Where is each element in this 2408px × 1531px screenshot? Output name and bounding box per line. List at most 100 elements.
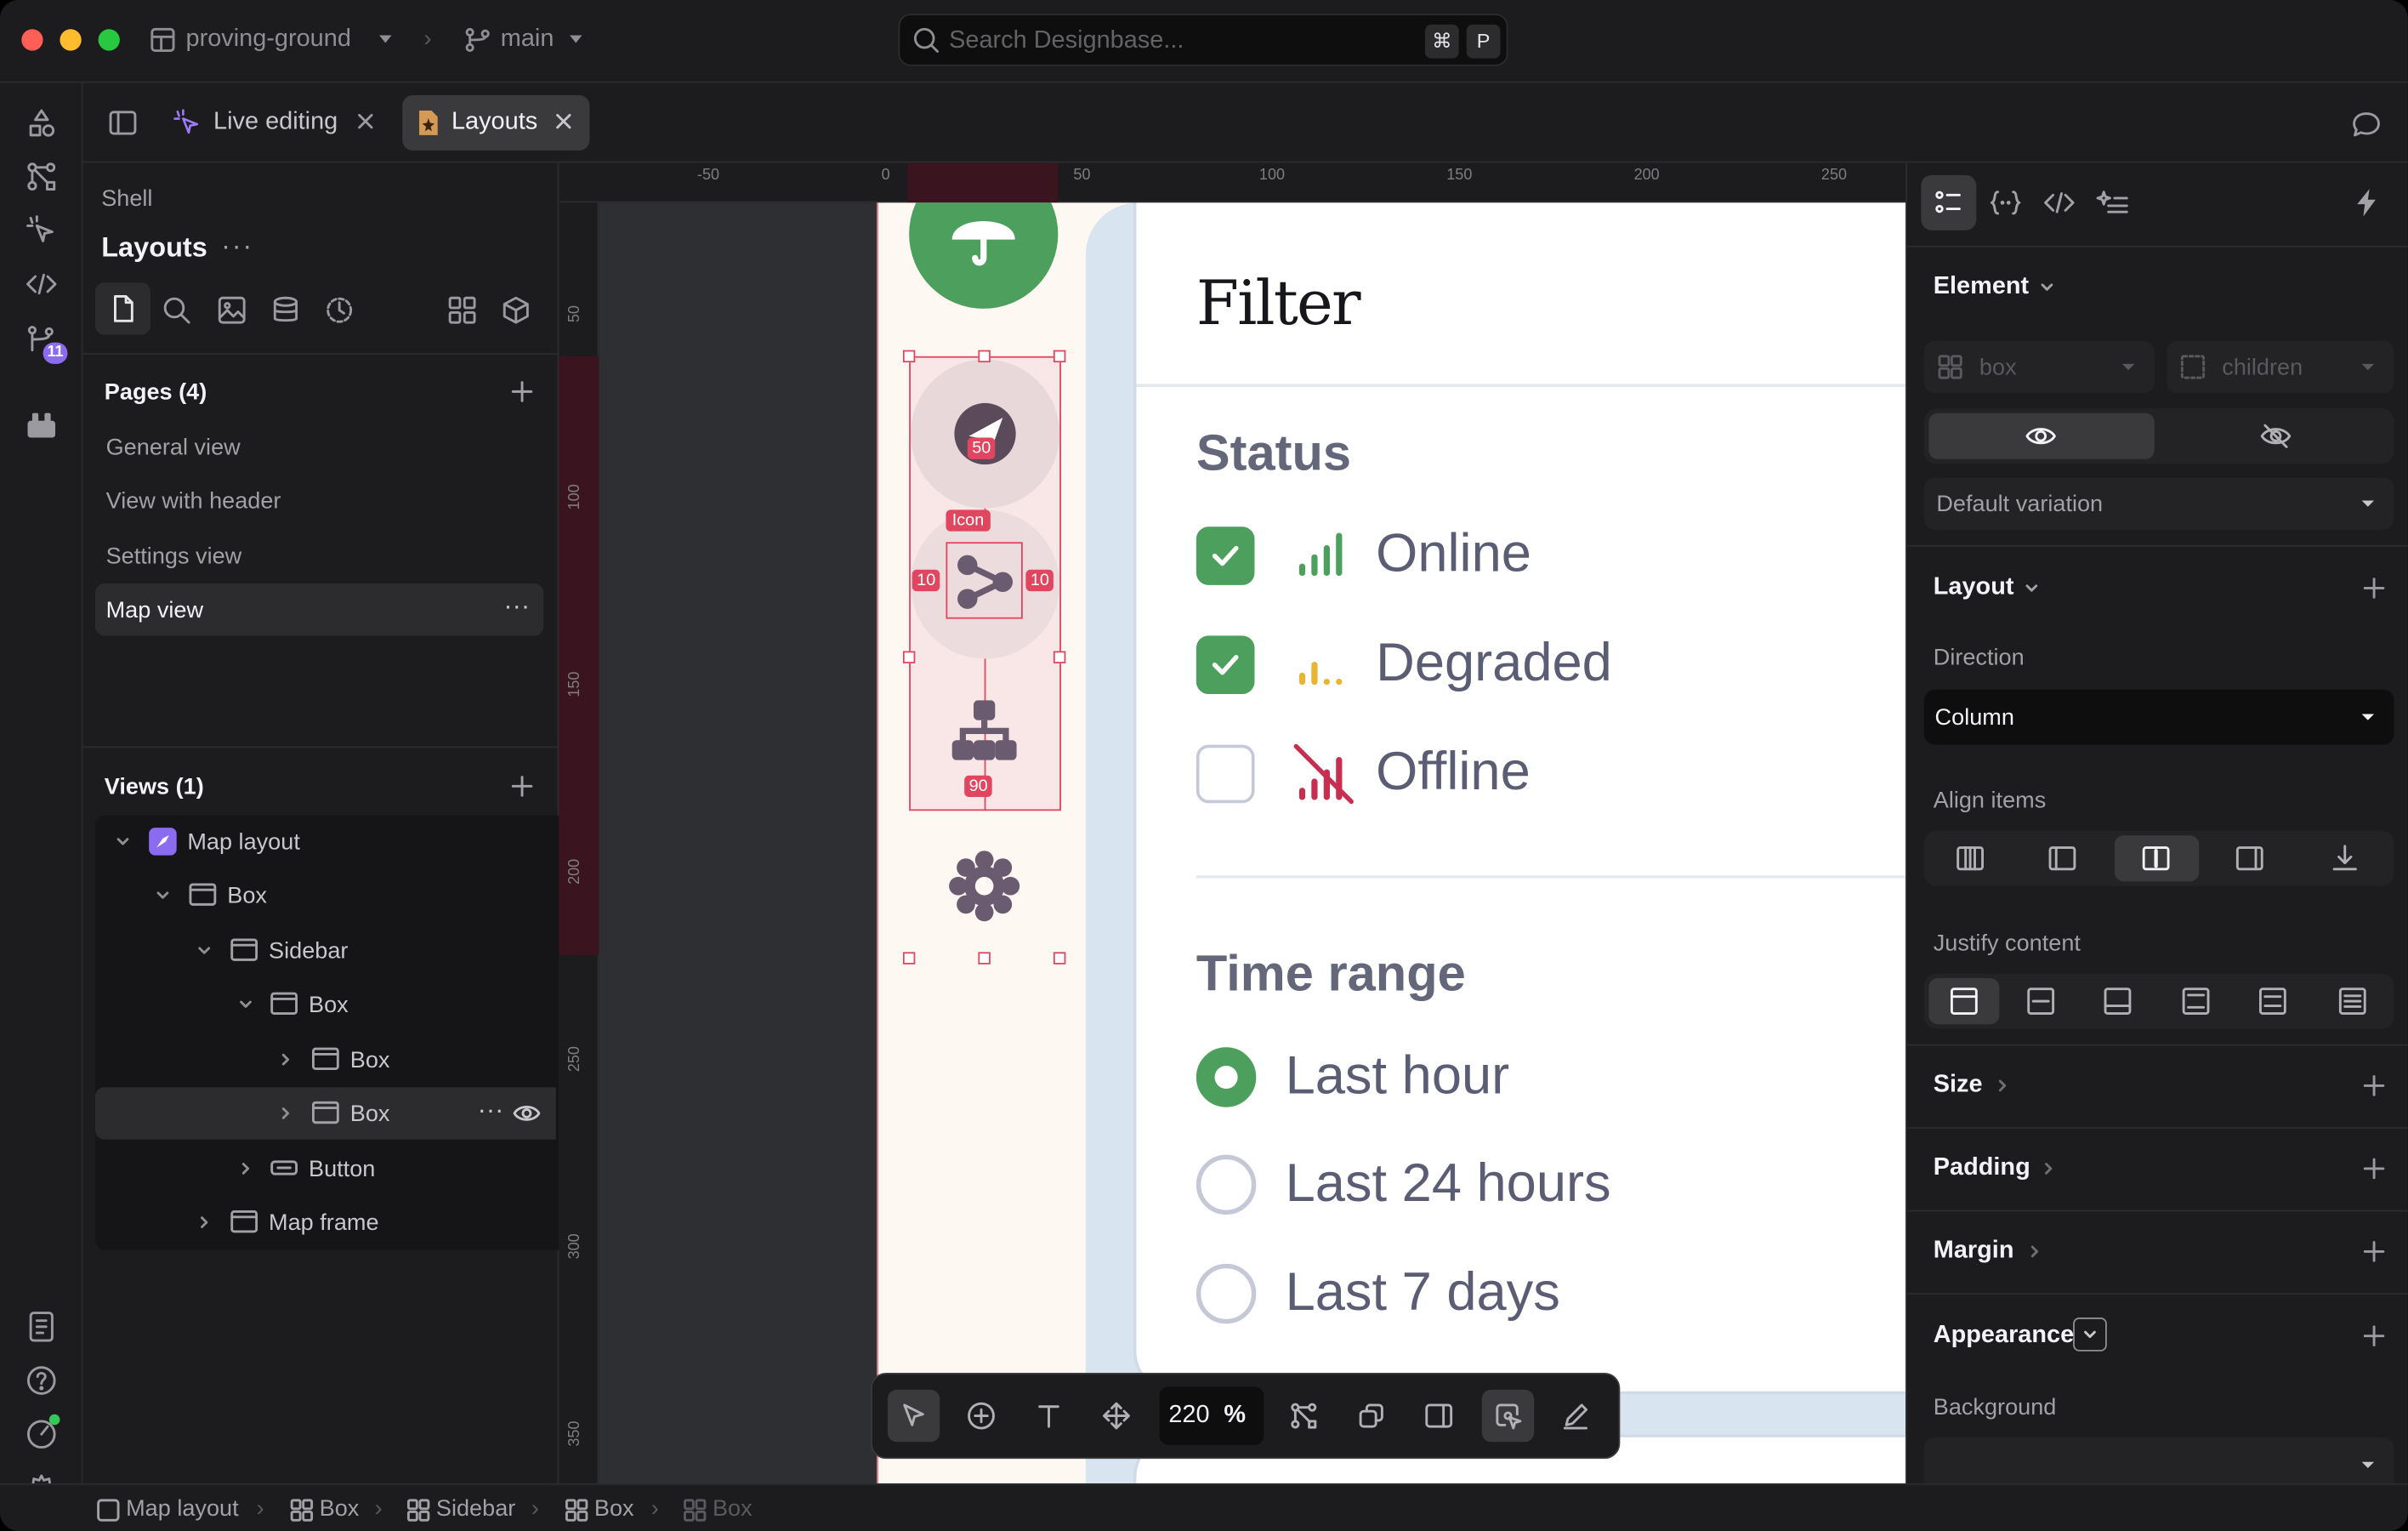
close-tab-icon[interactable]	[554, 112, 573, 131]
justify-around-option[interactable]	[2237, 978, 2308, 1024]
tab-live-editing[interactable]: Live editing	[162, 95, 389, 151]
page-item[interactable]: View with header	[95, 475, 543, 526]
add-size-icon[interactable]	[2362, 1073, 2387, 1098]
layout-header[interactable]: Layout	[1934, 574, 2014, 601]
search-input[interactable]: Search Designbase... ⌘ P	[898, 14, 1508, 66]
filter-card[interactable]: Filter Status Online Degraded Offline Ti…	[1133, 202, 1906, 1395]
chevron-right-icon[interactable]	[1995, 1078, 2010, 1093]
more-options-icon[interactable]: ···	[221, 231, 253, 263]
chevron-down-icon[interactable]	[114, 833, 133, 851]
pages-view-button[interactable]	[94, 282, 150, 335]
actions-tab[interactable]	[2351, 187, 2382, 218]
align-end-option[interactable]	[2208, 835, 2292, 881]
shapes-icon[interactable]	[25, 106, 59, 140]
resize-handle[interactable]	[902, 952, 916, 965]
umbrella-button[interactable]	[909, 202, 1059, 309]
add-appearance-icon[interactable]	[2362, 1323, 2387, 1348]
properties-tab[interactable]	[1921, 174, 1977, 231]
chevron-right-icon[interactable]	[276, 1050, 295, 1069]
inspect-tool[interactable]	[1481, 1389, 1535, 1443]
select-tool[interactable]	[887, 1389, 940, 1443]
tree-row-sidebar[interactable]: Sidebar	[95, 925, 556, 976]
margin-header[interactable]: Margin	[1934, 1238, 2014, 1265]
resize-handle[interactable]	[1053, 350, 1066, 363]
background-select[interactable]	[1923, 1437, 2394, 1484]
interactions-tab[interactable]	[2096, 187, 2130, 218]
sync-status-icon[interactable]	[25, 1414, 60, 1451]
vertical-ruler[interactable]: 50 100 150 200 250 300 350	[559, 202, 599, 1484]
chevron-right-icon[interactable]	[2041, 1161, 2056, 1176]
tree-row-button[interactable]: Button	[95, 1142, 556, 1194]
send-button[interactable]	[910, 359, 1060, 509]
justify-between-option[interactable]	[2161, 978, 2231, 1024]
search-layers-icon[interactable]	[162, 295, 192, 326]
close-tab-icon[interactable]	[356, 112, 375, 131]
chevron-right-icon[interactable]	[276, 1104, 295, 1123]
chevron-down-icon[interactable]	[154, 886, 173, 905]
history-icon[interactable]	[324, 295, 355, 326]
element-header[interactable]: Element	[1934, 273, 2029, 300]
resize-handle[interactable]	[1053, 952, 1066, 965]
live-editing-icon[interactable]	[25, 213, 59, 248]
code-icon[interactable]	[25, 267, 59, 301]
branch-switcher[interactable]: main	[501, 26, 554, 54]
page-item[interactable]: Settings view	[95, 530, 543, 582]
tree-row-box[interactable]: Box	[95, 869, 556, 921]
data-icon[interactable]	[270, 295, 301, 326]
variation-select[interactable]: Default variation	[1923, 477, 2394, 530]
sitemap-button[interactable]	[946, 700, 1022, 777]
design-canvas[interactable]: -50 0 50 100 150 200 250 50 100 150 200 …	[559, 162, 1906, 1484]
page-item-selected[interactable]: Map view ···	[94, 583, 544, 636]
add-padding-icon[interactable]	[2362, 1156, 2387, 1181]
more-options-icon[interactable]: ···	[503, 591, 530, 622]
align-stretch-option[interactable]	[1928, 835, 2013, 881]
chevron-down-icon[interactable]	[566, 29, 585, 48]
resize-handle[interactable]	[978, 350, 991, 363]
duplicate-tool[interactable]	[1345, 1390, 1397, 1442]
tab-layouts[interactable]: Layouts	[402, 94, 590, 151]
add-layout-icon[interactable]	[2362, 576, 2387, 600]
project-switcher[interactable]: proving-ground	[186, 26, 351, 54]
children-select[interactable]: children	[2167, 340, 2394, 394]
appearance-toggle[interactable]	[2073, 1318, 2107, 1352]
justify-evenly-option[interactable]	[2315, 978, 2389, 1024]
components-icon[interactable]	[25, 160, 59, 194]
element-type-select[interactable]: box	[1923, 340, 2155, 394]
assets-icon[interactable]	[25, 408, 59, 442]
panel-tool[interactable]	[1413, 1390, 1465, 1442]
tree-row-box-selected[interactable]: Box ···	[94, 1087, 556, 1140]
branches-icon[interactable]: 11	[25, 324, 68, 364]
components-tool[interactable]	[1278, 1390, 1330, 1442]
chevron-down-icon[interactable]	[2024, 580, 2039, 595]
code-tab[interactable]	[2042, 187, 2076, 218]
chevron-down-icon[interactable]	[2039, 280, 2054, 295]
images-icon[interactable]	[217, 295, 247, 326]
icon-selection-box[interactable]	[946, 542, 1023, 619]
artboard-frame[interactable]: 50 Icon 10 10 90 Filter Status Online De…	[877, 202, 1906, 1484]
comments-icon[interactable]	[2351, 109, 2382, 139]
resize-handle[interactable]	[1053, 651, 1066, 663]
tree-row-map-frame[interactable]: Map frame	[95, 1196, 556, 1248]
close-window-button[interactable]	[21, 29, 43, 51]
online-checkbox[interactable]	[1195, 526, 1255, 585]
chevron-right-icon[interactable]	[195, 1213, 213, 1232]
variables-tab[interactable]	[1989, 187, 2023, 218]
chevron-down-icon[interactable]	[236, 995, 255, 1014]
docs-icon[interactable]	[25, 1310, 59, 1344]
justify-start-option[interactable]	[1928, 978, 2000, 1025]
help-icon[interactable]	[25, 1363, 59, 1397]
degraded-checkbox[interactable]	[1195, 635, 1255, 695]
zoom-input[interactable]: 220 %	[1159, 1386, 1264, 1445]
tree-row-box[interactable]: Box	[95, 1033, 556, 1085]
resize-handle[interactable]	[902, 350, 916, 363]
resize-handle[interactable]	[902, 651, 916, 663]
visible-option[interactable]	[1928, 413, 2155, 459]
resize-handle[interactable]	[978, 952, 991, 965]
text-tool[interactable]	[1023, 1390, 1075, 1442]
add-view-icon[interactable]	[511, 776, 533, 797]
justify-end-option[interactable]	[2082, 978, 2153, 1024]
chevron-right-icon[interactable]	[236, 1159, 255, 1178]
chevron-right-icon[interactable]	[2027, 1244, 2042, 1259]
tree-row-map-layout[interactable]: Map layout	[95, 816, 556, 868]
chevron-down-icon[interactable]	[376, 29, 395, 48]
